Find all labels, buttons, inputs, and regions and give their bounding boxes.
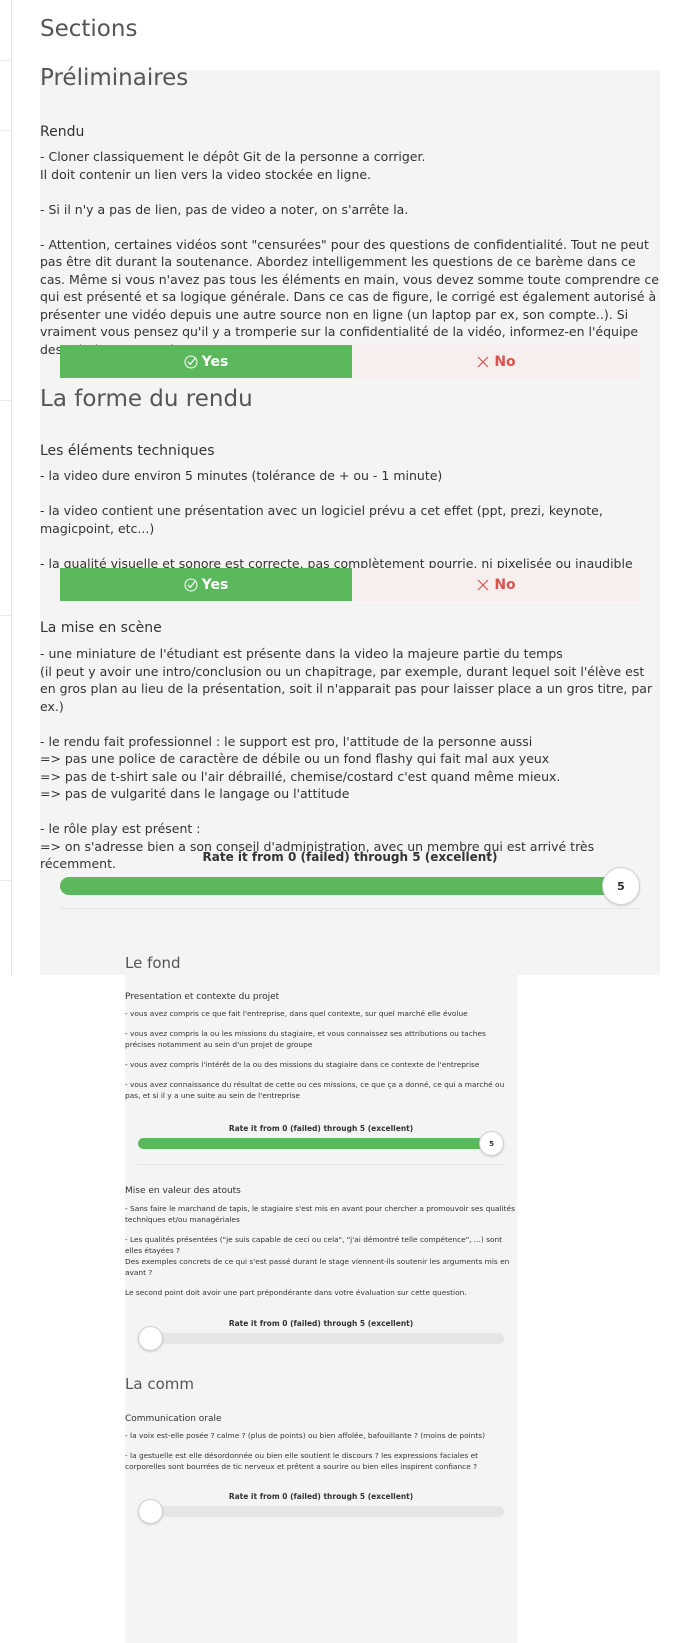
section-title-preliminaires: Préliminaires [40, 65, 189, 91]
paragraph: - vous avez compris la ou les missions d… [125, 1029, 486, 1049]
paragraph: - vous avez connaissance du résultat de … [125, 1080, 505, 1100]
question-title-mise-en-scene: La mise en scène [40, 620, 162, 636]
divider [138, 1164, 504, 1165]
section-title-fond: Le fond [125, 954, 181, 972]
rating-slider[interactable] [138, 1498, 504, 1524]
yes-button[interactable]: Yes [60, 345, 352, 378]
rating-label: Rate it from 0 (failed) through 5 (excel… [202, 850, 498, 864]
rating-slider[interactable] [138, 1325, 504, 1351]
paragraph: - la video dure environ 5 minutes (tolér… [40, 468, 443, 483]
paragraph: - Si il n'y a pas de lien, pas de video … [40, 201, 409, 217]
check-icon [184, 578, 198, 592]
paragraph: - le rendu fait professionnel : le suppo… [40, 733, 561, 802]
close-icon [476, 355, 490, 369]
question-text-atouts: - Sans faire le marchand de tapis, le st… [125, 1203, 517, 1307]
rating-slider[interactable]: 5 [138, 1130, 504, 1156]
section-title-forme: La forme du rendu [40, 386, 253, 412]
left-rail [0, 0, 12, 975]
slider-handle[interactable] [138, 1326, 163, 1351]
paragraph: - la gestuelle est elle désordonnée ou b… [125, 1451, 479, 1471]
question-title-atouts: Mise en valeur des atouts [125, 1186, 241, 1196]
check-icon [184, 355, 198, 369]
paragraph: - Attention, certaines vidéos sont "cens… [40, 236, 659, 357]
no-button[interactable]: No [352, 568, 640, 601]
divider [60, 908, 640, 909]
question-text-techniques: - la video dure environ 5 minutes (tolér… [40, 467, 660, 572]
question-text-rendu: - Cloner classiquement le dépôt Git de l… [40, 148, 660, 358]
paragraph: - Cloner classiquement le dépôt Git de l… [40, 149, 426, 182]
question-title-rendu: Rendu [40, 124, 85, 140]
slider-track[interactable] [138, 1333, 504, 1344]
question-text-mise-en-scene: - une miniature de l'étudiant est présen… [40, 645, 660, 873]
slider-fill [60, 877, 621, 895]
yes-no-toggle-rendu: Yes No [60, 345, 640, 378]
slider-handle[interactable]: 5 [602, 867, 640, 905]
question-text-communication-orale: - la voix est-elle posée ? calme ? (plus… [125, 1430, 517, 1481]
yes-no-toggle-techniques: Yes No [60, 568, 640, 601]
paragraph: - vous avez compris ce que fait l'entrep… [125, 1009, 468, 1018]
close-icon [476, 578, 490, 592]
slider-track[interactable] [138, 1506, 504, 1517]
paragraph: - la voix est-elle posée ? calme ? (plus… [125, 1431, 486, 1440]
paragraph: Le second point doit avoir une part prép… [125, 1288, 467, 1297]
sections-panel: Préliminaires Rendu - Cloner classiqueme… [40, 65, 660, 975]
lower-sections-panel: Le fond Presentation et contexte du proj… [125, 932, 517, 1643]
rating-slider[interactable]: 5 [60, 865, 640, 905]
question-text-presentation: - vous avez compris ce que fait l'entrep… [125, 1008, 517, 1110]
question-title-techniques: Les éléments techniques [40, 443, 215, 459]
slider-handle[interactable]: 5 [479, 1131, 504, 1156]
question-title-communication-orale: Communication orale [125, 1414, 222, 1424]
yes-button[interactable]: Yes [60, 568, 352, 601]
question-title-presentation: Presentation et contexte du projet [125, 992, 280, 1002]
page-title: Sections [40, 16, 138, 42]
paragraph: - Les qualités présentées ("je suis capa… [125, 1235, 510, 1277]
paragraph: - vous avez compris l'intérêt de la ou d… [125, 1060, 480, 1069]
no-button[interactable]: No [352, 345, 640, 378]
paragraph: - Sans faire le marchand de tapis, le st… [125, 1204, 515, 1224]
slider-handle[interactable] [138, 1499, 163, 1524]
paragraph: - la video contient une présentation ave… [40, 503, 603, 536]
main-evaluation-area: Sections Préliminaires Rendu - Cloner cl… [0, 0, 675, 975]
slider-fill [138, 1138, 492, 1149]
section-title-comm: La comm [125, 1375, 194, 1393]
paragraph: - une miniature de l'étudiant est présen… [40, 646, 653, 714]
